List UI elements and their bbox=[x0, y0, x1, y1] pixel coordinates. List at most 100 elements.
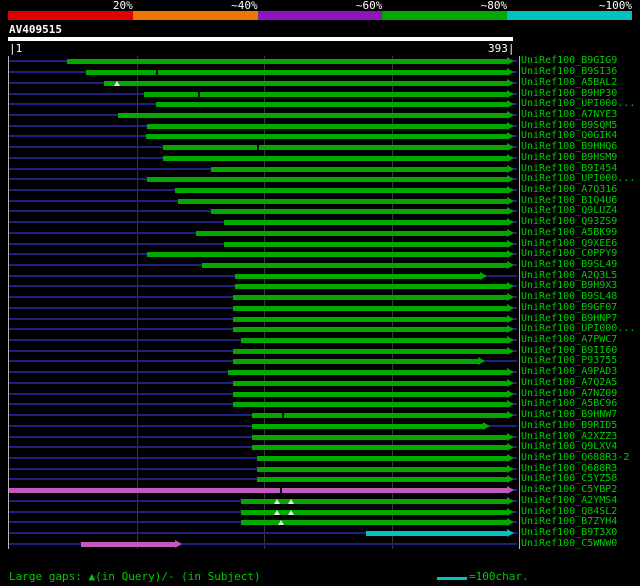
alignment-bar[interactable] bbox=[162, 145, 507, 151]
alignment-arrowhead-icon bbox=[507, 164, 514, 173]
alignment-arrowhead-icon bbox=[507, 507, 514, 516]
alignment-bar[interactable] bbox=[86, 70, 507, 76]
query-gap-marker-icon bbox=[274, 509, 281, 515]
alignment-arrowhead-icon bbox=[507, 303, 514, 312]
alignment-bar[interactable] bbox=[156, 102, 507, 108]
hit-label[interactable]: UniRef100_A7NYE3 bbox=[521, 110, 640, 121]
alignment-bar[interactable] bbox=[67, 59, 507, 65]
alignment-arrowhead-icon bbox=[507, 153, 514, 162]
identity-scale-segment bbox=[382, 11, 508, 20]
alignment-row bbox=[9, 388, 519, 399]
alignment-bar[interactable] bbox=[232, 316, 507, 322]
alignment-bar[interactable] bbox=[235, 284, 507, 290]
query-gap-marker-icon bbox=[113, 80, 120, 86]
identity-scale-segment bbox=[257, 11, 383, 20]
hit-label[interactable]: UniRef100_B9SL49 bbox=[521, 260, 640, 271]
gap-legend-text: Large gaps: ▲(in Query)/- (in Subject) bbox=[9, 570, 261, 583]
alignment-bar[interactable] bbox=[232, 391, 507, 397]
hit-label[interactable]: UniRef100_B9HHQ6 bbox=[521, 142, 640, 153]
hit-label[interactable]: UniRef100_B9GF07 bbox=[521, 303, 640, 314]
alignment-bar[interactable] bbox=[147, 123, 507, 129]
alignment-bar[interactable] bbox=[256, 466, 507, 472]
alignment-bar[interactable] bbox=[232, 295, 507, 301]
alignment-bar[interactable] bbox=[147, 177, 507, 183]
alignment-row bbox=[9, 335, 519, 346]
hit-label[interactable]: UniRef100_B9HSM9 bbox=[521, 152, 640, 163]
alignment-bar[interactable] bbox=[232, 327, 507, 333]
alignment-bar[interactable] bbox=[195, 230, 507, 236]
alignment-bar[interactable] bbox=[251, 434, 507, 440]
alignment-bar[interactable] bbox=[202, 263, 507, 269]
alignment-bar[interactable] bbox=[232, 348, 507, 354]
alignment-bar[interactable] bbox=[256, 477, 507, 483]
alignment-bar[interactable] bbox=[147, 252, 507, 258]
alignment-bar[interactable] bbox=[210, 166, 507, 172]
alignment-bar[interactable] bbox=[162, 155, 507, 161]
scale-legend-line bbox=[437, 577, 467, 580]
hit-label[interactable]: UniRef100_Q93ZS9 bbox=[521, 217, 640, 228]
alignment-bar[interactable] bbox=[365, 530, 507, 536]
alignment-bar[interactable] bbox=[104, 80, 507, 86]
alignment-arrowhead-icon bbox=[507, 110, 514, 119]
hit-label[interactable]: UniRef100_A5BK99 bbox=[521, 227, 640, 239]
hit-label[interactable]: UniRef100_B9HNW7 bbox=[521, 410, 640, 421]
alignment-row bbox=[9, 485, 519, 496]
identity-scale-segment bbox=[8, 11, 133, 20]
hit-label[interactable]: UniRef100_C5WNW0 bbox=[521, 538, 640, 549]
alignment-bar[interactable] bbox=[9, 488, 507, 494]
hit-label[interactable]: UniRef100_B9SI36 bbox=[521, 67, 640, 78]
hit-label[interactable]: UniRef100_A2YMS4 bbox=[521, 495, 640, 506]
hit-label[interactable]: UniRef100_UPI000... bbox=[521, 99, 640, 110]
hit-label[interactable]: UniRef100_A7PWC7 bbox=[521, 335, 640, 346]
alignment-bar[interactable] bbox=[241, 509, 507, 515]
alignment-row bbox=[9, 420, 519, 431]
alignment-bar[interactable] bbox=[223, 220, 507, 226]
alignment-row bbox=[9, 228, 519, 239]
scale-tick-label: ~60% bbox=[355, 0, 383, 12]
alignment-arrowhead-icon bbox=[507, 443, 514, 452]
alignment-bar[interactable] bbox=[251, 445, 507, 451]
query-name: AV409515 bbox=[9, 23, 62, 36]
hit-label[interactable]: UniRef100_A7Q316 bbox=[521, 185, 640, 196]
alignment-bar[interactable] bbox=[81, 541, 176, 547]
hit-label[interactable]: UniRef100_Q9LXV4 bbox=[521, 442, 640, 453]
query-bar bbox=[8, 37, 513, 41]
hit-label[interactable]: UniRef100_A5BAL2 bbox=[521, 77, 640, 88]
hit-label[interactable]: UniRef100_B9SL48 bbox=[521, 292, 640, 303]
hit-label[interactable]: UniRef100_B9RID5 bbox=[521, 420, 640, 431]
hit-label[interactable]: UniRef100_Q688R3-2 bbox=[521, 453, 640, 464]
hit-label[interactable]: UniRef100_A9PAD3 bbox=[521, 367, 640, 378]
identity-scale-labels: 20% ~40% ~60% ~80% ~100% bbox=[8, 0, 632, 12]
alignment-bar[interactable] bbox=[227, 370, 507, 376]
alignment-row bbox=[9, 238, 519, 249]
alignment-bar[interactable] bbox=[235, 273, 481, 279]
alignment-arrowhead-icon bbox=[507, 293, 514, 302]
alignment-bar[interactable] bbox=[232, 402, 507, 408]
alignment-row bbox=[9, 152, 519, 163]
alignment-bar[interactable] bbox=[241, 338, 507, 344]
alignment-row bbox=[9, 303, 519, 314]
alignment-bar[interactable] bbox=[232, 380, 507, 386]
alignment-row bbox=[9, 174, 519, 185]
alignment-bar[interactable] bbox=[118, 112, 507, 118]
hit-label[interactable]: UniRef100_C5YBP2 bbox=[521, 485, 640, 496]
alignment-bar[interactable] bbox=[256, 455, 507, 461]
alignment-bar[interactable] bbox=[232, 305, 507, 311]
alignment-bar[interactable] bbox=[251, 413, 507, 419]
alignment-rows bbox=[9, 56, 519, 549]
alignment-arrowhead-icon bbox=[507, 389, 514, 398]
alignment-bar[interactable] bbox=[210, 209, 507, 215]
alignment-arrowhead-icon bbox=[507, 464, 514, 473]
hit-label[interactable]: UniRef100_B9T3X0 bbox=[521, 528, 640, 539]
alignment-bar[interactable] bbox=[177, 198, 507, 204]
alignment-bar[interactable] bbox=[223, 241, 507, 247]
alignment-row bbox=[9, 378, 519, 389]
alignment-bar[interactable] bbox=[241, 498, 507, 504]
alignment-arrowhead-icon bbox=[507, 207, 514, 216]
hit-label[interactable]: UniRef100_A7Q2A5 bbox=[521, 378, 640, 389]
alignment-bar[interactable] bbox=[175, 187, 507, 193]
alignment-arrowhead-icon bbox=[507, 282, 514, 291]
alignment-bar[interactable] bbox=[251, 423, 483, 429]
alignment-bar[interactable] bbox=[146, 134, 507, 140]
alignment-bar[interactable] bbox=[232, 359, 478, 365]
